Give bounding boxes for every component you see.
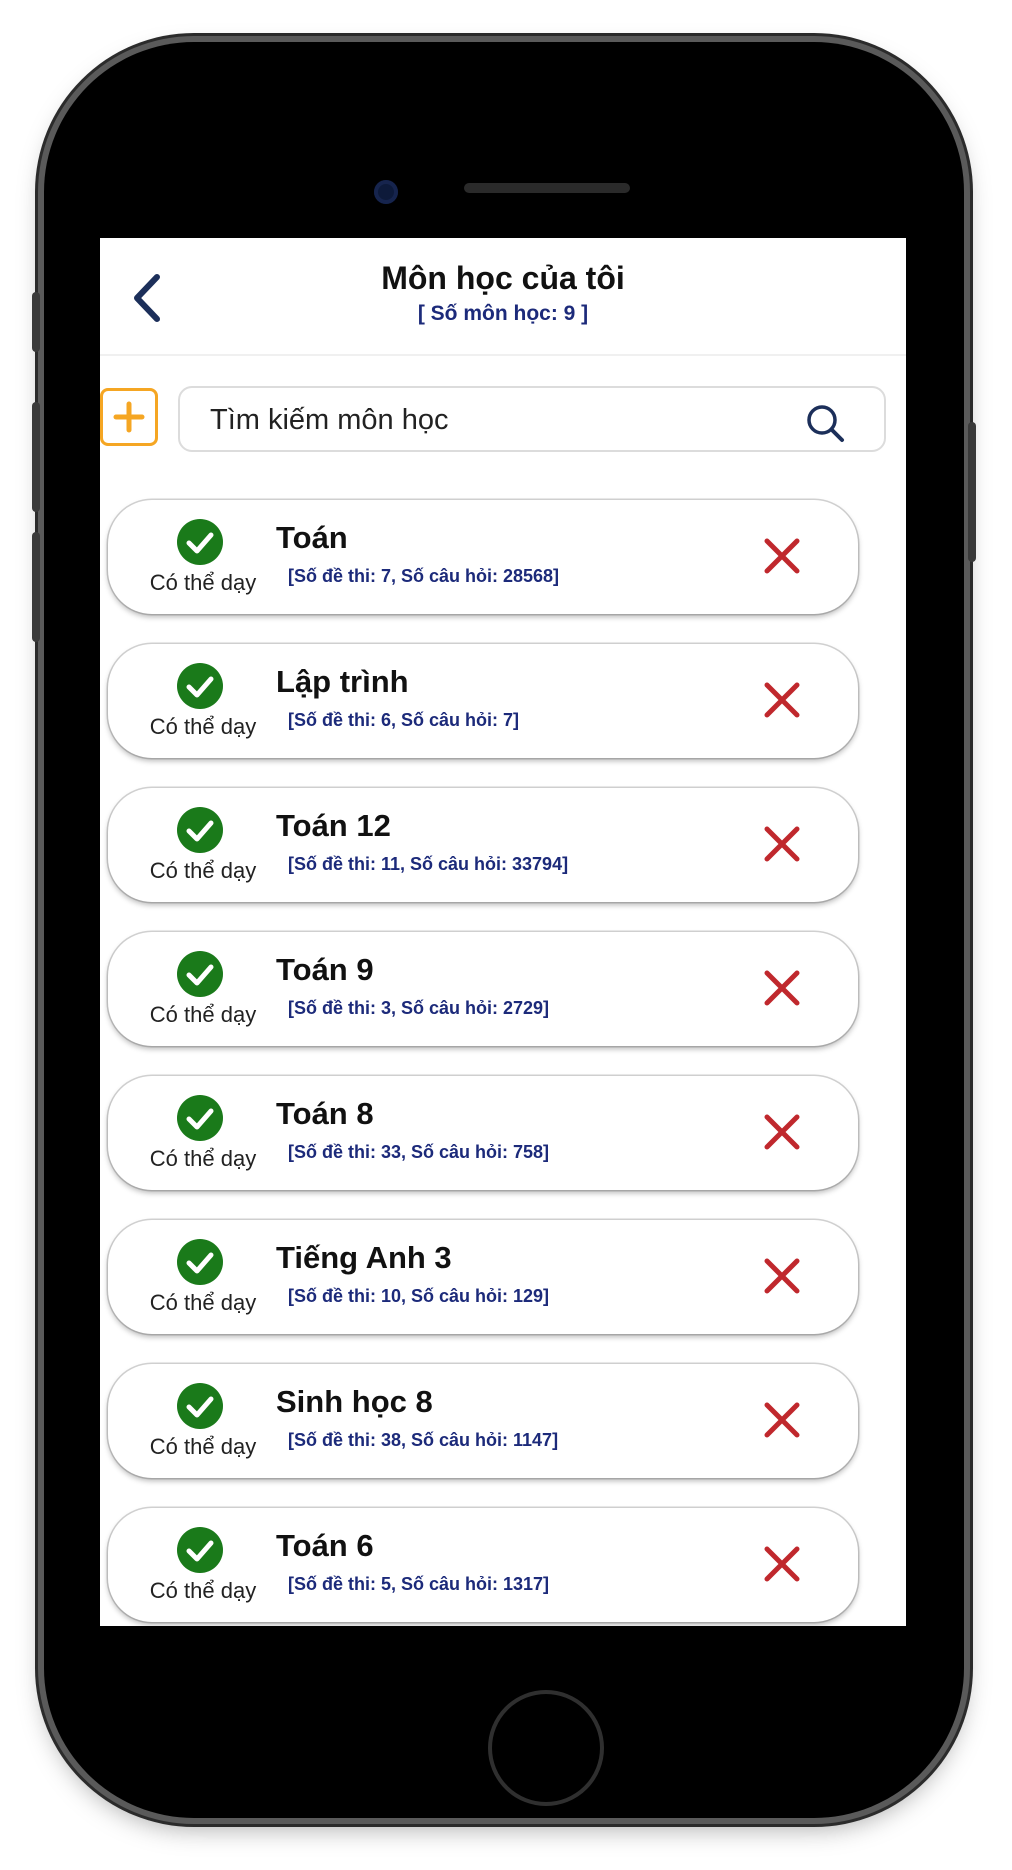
teach-status-label: Có thể dạy bbox=[149, 1146, 257, 1171]
close-icon[interactable] bbox=[758, 1252, 806, 1300]
subject-card[interactable]: Có thể dạy Toán 9 [Số đề thi: 3, Số câu … bbox=[108, 932, 858, 1046]
volume-down-button bbox=[32, 532, 40, 642]
earpiece-speaker bbox=[464, 183, 630, 193]
close-icon[interactable] bbox=[758, 1108, 806, 1156]
subject-card[interactable]: Có thể dạy Sinh học 8 [Số đề thi: 38, Số… bbox=[108, 1364, 858, 1478]
close-icon[interactable] bbox=[758, 1396, 806, 1444]
check-circle-icon bbox=[177, 951, 223, 997]
check-circle-icon bbox=[177, 1239, 223, 1285]
teach-status-label: Có thể dạy bbox=[149, 1434, 257, 1459]
subject-card[interactable]: Có thể dạy Toán 6 [Số đề thi: 5, Số câu … bbox=[108, 1508, 858, 1622]
close-icon[interactable] bbox=[758, 820, 806, 868]
subject-card[interactable]: Có thể dạy Toán [Số đề thi: 7, Số câu hỏ… bbox=[108, 500, 858, 614]
back-button[interactable] bbox=[120, 268, 176, 328]
power-button bbox=[968, 422, 976, 562]
subject-list: Có thể dạy Toán [Số đề thi: 7, Số câu hỏ… bbox=[108, 500, 864, 1626]
subject-card[interactable]: Có thể dạy Toán 12 [Số đề thi: 11, Số câ… bbox=[108, 788, 858, 902]
check-circle-icon bbox=[177, 807, 223, 853]
search-input[interactable] bbox=[208, 388, 772, 452]
plus-icon bbox=[113, 401, 145, 433]
teach-status-label: Có thể dạy bbox=[149, 714, 257, 739]
subject-card[interactable]: Có thể dạy Tiếng Anh 3 [Số đề thi: 10, S… bbox=[108, 1220, 858, 1334]
add-subject-button[interactable] bbox=[100, 388, 158, 446]
app-screen: Môn học của tôi [ Số môn học: 9 ] Có thể… bbox=[100, 238, 906, 1626]
subject-name: Sinh học 8 bbox=[276, 1384, 433, 1419]
subject-name: Toán 9 bbox=[276, 952, 374, 987]
app-header: Môn học của tôi [ Số môn học: 9 ] bbox=[100, 238, 906, 356]
subject-stats: [Số đề thi: 33, Số câu hỏi: 758] bbox=[288, 1142, 550, 1162]
subject-name: Lập trình bbox=[276, 664, 409, 699]
check-circle-icon bbox=[177, 1095, 223, 1141]
chevron-left-icon bbox=[134, 274, 160, 322]
subject-stats: [Số đề thi: 5, Số câu hỏi: 1317] bbox=[288, 1574, 550, 1594]
subject-name: Tiếng Anh 3 bbox=[276, 1240, 452, 1275]
subject-stats: [Số đề thi: 11, Số câu hỏi: 33794] bbox=[288, 854, 569, 874]
subject-count: [ Số môn học: 9 ] bbox=[417, 302, 589, 325]
search-icon[interactable] bbox=[804, 402, 846, 444]
front-camera bbox=[374, 180, 398, 204]
check-circle-icon bbox=[177, 1383, 223, 1429]
subject-stats: [Số đề thi: 3, Số câu hỏi: 2729] bbox=[288, 998, 550, 1018]
close-icon[interactable] bbox=[758, 964, 806, 1012]
home-button[interactable] bbox=[488, 1690, 604, 1806]
close-icon[interactable] bbox=[758, 676, 806, 724]
subject-name: Toán 6 bbox=[276, 1528, 374, 1563]
search-box bbox=[178, 386, 886, 452]
check-circle-icon bbox=[177, 519, 223, 565]
teach-status-label: Có thể dạy bbox=[149, 1002, 257, 1027]
mute-switch bbox=[32, 292, 40, 352]
subject-name: Toán bbox=[276, 520, 348, 555]
close-icon[interactable] bbox=[758, 532, 806, 580]
check-circle-icon bbox=[177, 1527, 223, 1573]
check-circle-icon bbox=[177, 663, 223, 709]
volume-up-button bbox=[32, 402, 40, 512]
subject-card[interactable]: Có thể dạy Lập trình [Số đề thi: 6, Số c… bbox=[108, 644, 858, 758]
teach-status-label: Có thể dạy bbox=[149, 858, 257, 883]
close-icon[interactable] bbox=[758, 1540, 806, 1588]
subject-stats: [Số đề thi: 7, Số câu hỏi: 28568] bbox=[288, 566, 560, 586]
teach-status-label: Có thể dạy bbox=[149, 1290, 257, 1315]
teach-status-label: Có thể dạy bbox=[149, 1578, 257, 1603]
subject-card[interactable]: Có thể dạy Toán 8 [Số đề thi: 33, Số câu… bbox=[108, 1076, 858, 1190]
subject-name: Toán 8 bbox=[276, 1096, 374, 1131]
subject-stats: [Số đề thi: 6, Số câu hỏi: 7] bbox=[288, 710, 520, 730]
subject-stats: [Số đề thi: 38, Số câu hỏi: 1147] bbox=[288, 1430, 559, 1450]
teach-status-label: Có thể dạy bbox=[149, 570, 257, 595]
page-title: Môn học của tôi bbox=[381, 260, 625, 296]
subject-name: Toán 12 bbox=[276, 808, 391, 843]
subject-stats: [Số đề thi: 10, Số câu hỏi: 129] bbox=[288, 1286, 550, 1306]
